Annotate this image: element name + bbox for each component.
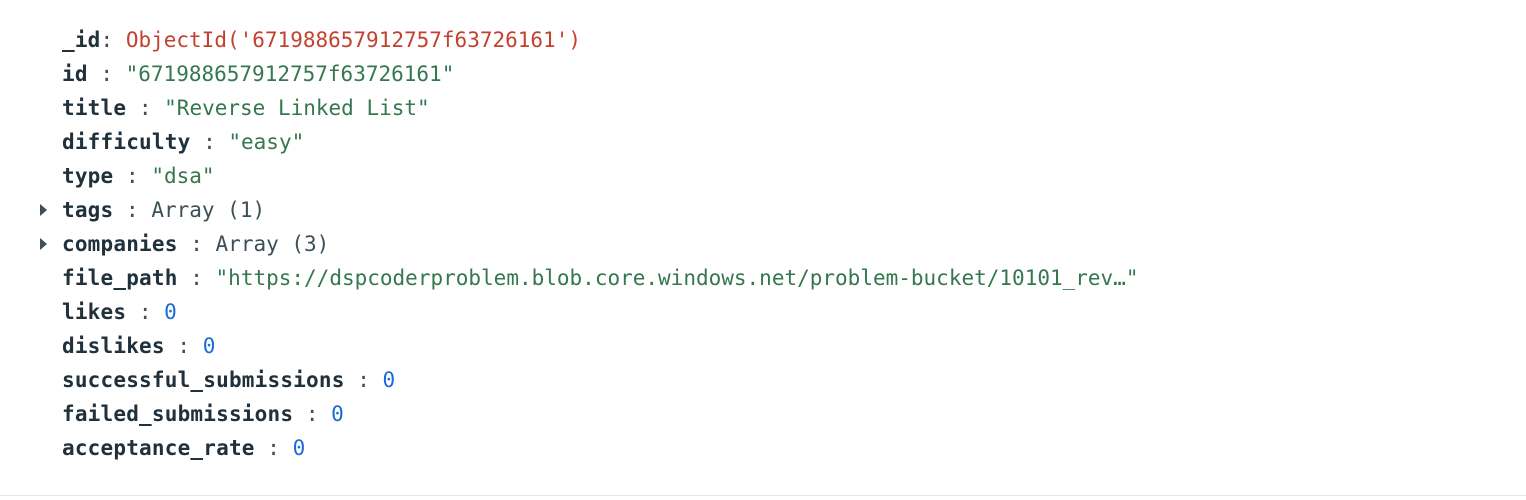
field-separator: : [113,198,152,222]
field-separator: : [254,436,293,460]
field-row-title: title : "Reverse Linked List" [0,91,1526,125]
field-value-number[interactable]: 0 [383,368,396,392]
field-separator: : [177,266,216,290]
field-value-array[interactable]: Array (3) [216,232,330,256]
field-row-file_path: file_path : "https://dspcoderproblem.blo… [0,261,1526,295]
field-value-string[interactable]: "dsa" [151,164,214,188]
field-key: file_path [62,266,178,290]
field-value-string[interactable]: "Reverse Linked List" [164,96,430,120]
field-value-number[interactable]: 0 [203,334,216,358]
field-separator: : [100,28,126,52]
field-key: likes [62,300,127,324]
field-separator: : [126,300,165,324]
field-key: successful_submissions [62,368,345,392]
field-row-companies: companies : Array (3) [0,227,1526,261]
caret-right-icon[interactable] [38,227,50,261]
field-separator: : [164,334,203,358]
field-separator: : [344,368,383,392]
field-value-number[interactable]: 0 [331,402,344,426]
field-key: tags [62,198,114,222]
field-row-_id: _id: ObjectId('671988657912757f63726161'… [0,23,1526,57]
field-row-difficulty: difficulty : "easy" [0,125,1526,159]
field-separator: : [293,402,332,426]
field-row-failed_submissions: failed_submissions : 0 [0,397,1526,431]
field-separator: : [87,62,126,86]
field-value-string[interactable]: "easy" [228,130,304,154]
document-divider [0,495,1526,496]
field-separator: : [126,96,165,120]
field-key: dislikes [62,334,165,358]
field-key: acceptance_rate [62,436,255,460]
document-view: _id: ObjectId('671988657912757f63726161'… [0,23,1526,465]
field-key: title [62,96,127,120]
field-value-string[interactable]: "https://dspcoderproblem.blob.core.windo… [216,266,1139,290]
field-separator: : [190,130,229,154]
field-value-objectid[interactable]: ObjectId('671988657912757f63726161') [126,28,581,52]
field-row-acceptance_rate: acceptance_rate : 0 [0,431,1526,465]
field-key: _id [62,28,101,52]
caret-right-icon[interactable] [38,193,50,227]
field-separator: : [113,164,152,188]
field-key: type [62,164,114,188]
field-row-likes: likes : 0 [0,295,1526,329]
field-row-id: id : "671988657912757f63726161" [0,57,1526,91]
field-value-number[interactable]: 0 [293,436,306,460]
field-row-dislikes: dislikes : 0 [0,329,1526,363]
field-key: id [62,62,88,86]
field-value-array[interactable]: Array (1) [151,198,265,222]
field-value-string[interactable]: "671988657912757f63726161" [126,62,455,86]
field-separator: : [177,232,216,256]
field-row-tags: tags : Array (1) [0,193,1526,227]
field-key: companies [62,232,178,256]
field-row-successful_submissions: successful_submissions : 0 [0,363,1526,397]
field-key: failed_submissions [62,402,294,426]
field-value-number[interactable]: 0 [164,300,177,324]
field-key: difficulty [62,130,191,154]
field-row-type: type : "dsa" [0,159,1526,193]
